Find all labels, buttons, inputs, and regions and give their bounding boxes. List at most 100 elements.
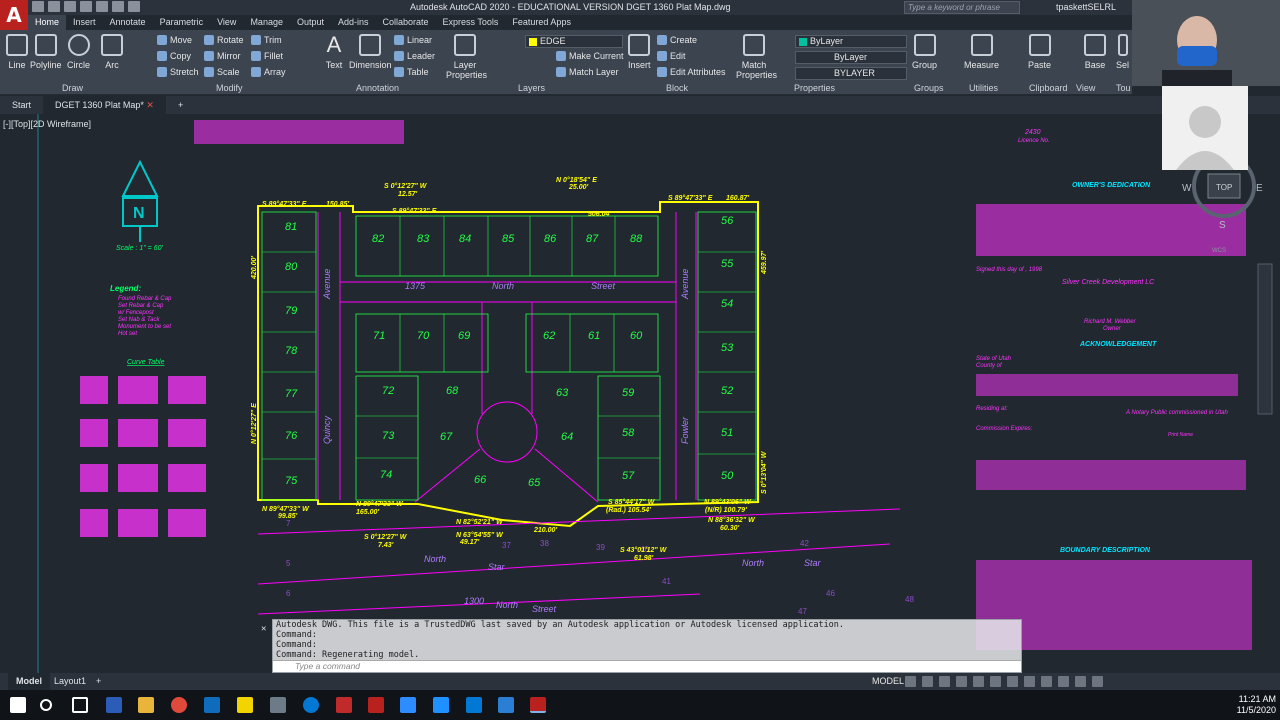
tab-annotate[interactable]: Annotate (103, 15, 153, 30)
tab-insert[interactable]: Insert (66, 15, 103, 30)
edge-icon[interactable] (433, 697, 449, 713)
skype-icon[interactable] (303, 697, 319, 713)
chrome-icon[interactable] (171, 697, 187, 713)
viewport-controls[interactable]: [-][Top][2D Wireframe] (3, 119, 91, 129)
polar-icon[interactable] (956, 676, 967, 687)
layout1-tab[interactable]: Layout1 (46, 673, 94, 690)
command-close-icon[interactable]: ✕ (261, 624, 266, 634)
rotate-tool[interactable]: Rotate (204, 35, 244, 45)
save-as-icon[interactable] (80, 1, 92, 12)
group-tool[interactable]: Group (912, 34, 937, 70)
customize-icon[interactable] (1092, 676, 1103, 687)
polyline-tool[interactable]: Polyline (30, 34, 62, 70)
app-icon[interactable] (466, 697, 482, 713)
tab-express-tools[interactable]: Express Tools (436, 15, 506, 30)
mirror-tool[interactable]: Mirror (204, 51, 241, 61)
navigation-bar[interactable] (1257, 263, 1273, 415)
layer-dropdown[interactable]: EDGE (525, 35, 623, 48)
fillet-tool[interactable]: Fillet (251, 51, 283, 61)
tab-collaborate[interactable]: Collaborate (376, 15, 436, 30)
save-icon[interactable] (64, 1, 76, 12)
measure-tool[interactable]: Measure (964, 34, 999, 70)
table-tool[interactable]: Table (394, 67, 429, 77)
file-explorer-icon[interactable] (138, 697, 154, 713)
text-tool[interactable]: A Text (323, 34, 345, 71)
sticky-notes-icon[interactable] (237, 697, 253, 713)
task-view-icon[interactable] (72, 697, 88, 713)
touch-panel-title[interactable]: Tou (1116, 83, 1131, 93)
leader-tool[interactable]: Leader (394, 51, 435, 61)
scale-tool[interactable]: Scale (204, 67, 240, 77)
tab-drawing[interactable]: DGET 1360 Plat Map* ✕ (43, 96, 166, 114)
system-clock[interactable]: 11:21 AM 11/5/2020 (1237, 694, 1276, 716)
drawing-canvas[interactable]: [-][Top][2D Wireframe] N Scale : 1" = 60… (0, 114, 1280, 674)
revit-icon[interactable] (368, 697, 384, 713)
app-icon[interactable] (336, 697, 352, 713)
zoom-icon[interactable] (400, 697, 416, 713)
otrack-icon[interactable] (990, 676, 1001, 687)
grid-icon[interactable] (905, 676, 916, 687)
command-input[interactable]: Type a command (273, 660, 1021, 672)
match-properties-tool[interactable]: Match Properties (736, 34, 777, 80)
view-panel-title[interactable]: View (1076, 83, 1095, 93)
open-icon[interactable] (48, 1, 60, 12)
outlook-icon[interactable] (204, 697, 220, 713)
search-icon[interactable] (40, 699, 52, 711)
lineweight-icon[interactable] (1007, 676, 1018, 687)
tab-home[interactable]: Home (28, 15, 67, 30)
paste-tool[interactable]: Paste (1028, 34, 1051, 70)
undo-icon[interactable] (112, 1, 124, 12)
array-tool[interactable]: Array (251, 67, 286, 77)
selection-cycling-icon[interactable] (1041, 676, 1052, 687)
utilities-panel-title[interactable]: Utilities (969, 83, 998, 93)
model-tab[interactable]: Model (8, 673, 50, 690)
modify-panel-title[interactable]: Modify (216, 83, 243, 93)
layers-panel-title[interactable]: Layers (518, 83, 545, 93)
annotation-scale-icon[interactable] (1058, 676, 1069, 687)
create-block-tool[interactable]: Create (657, 35, 697, 45)
redo-icon[interactable] (128, 1, 140, 12)
draw-panel-title[interactable]: Draw (62, 83, 83, 93)
copy-tool[interactable]: Copy (157, 51, 191, 61)
select-tool-fragment[interactable]: Sel (1116, 34, 1129, 70)
linetype-dropdown[interactable]: ByLayer (795, 51, 907, 64)
dimension-tool[interactable]: Dimension (349, 34, 392, 70)
properties-panel-title[interactable]: Properties (794, 83, 835, 93)
match-layer-tool[interactable]: Match Layer (556, 67, 619, 77)
workspace-gear-icon[interactable] (1075, 676, 1086, 687)
clipboard-panel-title[interactable]: Clipboard (1029, 83, 1068, 93)
stretch-tool[interactable]: Stretch (157, 67, 199, 77)
transparency-icon[interactable] (1024, 676, 1035, 687)
tab-parametric[interactable]: Parametric (153, 15, 211, 30)
new-icon[interactable] (32, 1, 44, 12)
osnap-icon[interactable] (973, 676, 984, 687)
move-tool[interactable]: Move (157, 35, 192, 45)
tab-start[interactable]: Start (0, 96, 43, 114)
tab-featured-apps[interactable]: Featured Apps (505, 15, 578, 30)
annotation-panel-title[interactable]: Annotation (356, 83, 399, 93)
make-current-tool[interactable]: Make Current (556, 51, 624, 61)
linear-tool[interactable]: Linear (394, 35, 432, 45)
circle-tool[interactable]: Circle (67, 34, 90, 70)
tab-manage[interactable]: Manage (243, 15, 290, 30)
arc-tool[interactable]: Arc (101, 34, 123, 70)
tab-output[interactable]: Output (290, 15, 331, 30)
new-tab-button[interactable]: + (166, 96, 195, 114)
tab-add-ins[interactable]: Add-ins (331, 15, 376, 30)
autocad-logo-icon[interactable]: A (0, 0, 28, 30)
windows-start-icon[interactable] (10, 697, 26, 713)
block-panel-title[interactable]: Block (666, 83, 688, 93)
edit-block-tool[interactable]: Edit (657, 51, 686, 61)
close-icon[interactable]: ✕ (146, 100, 154, 110)
layer-properties-tool[interactable]: Layer Properties (446, 34, 487, 80)
autocad-taskbar-icon[interactable] (530, 697, 546, 713)
base-view-tool[interactable]: Base (1084, 34, 1106, 70)
snap-icon[interactable] (922, 676, 933, 687)
edit-attributes-tool[interactable]: Edit Attributes (657, 67, 726, 77)
line-tool[interactable]: Line (6, 34, 28, 70)
groups-panel-title[interactable]: Groups (914, 83, 944, 93)
r-app-icon[interactable] (498, 697, 514, 713)
plot-icon[interactable] (96, 1, 108, 12)
insert-tool[interactable]: Insert (628, 34, 651, 70)
model-space-toggle[interactable]: MODEL (872, 676, 904, 686)
